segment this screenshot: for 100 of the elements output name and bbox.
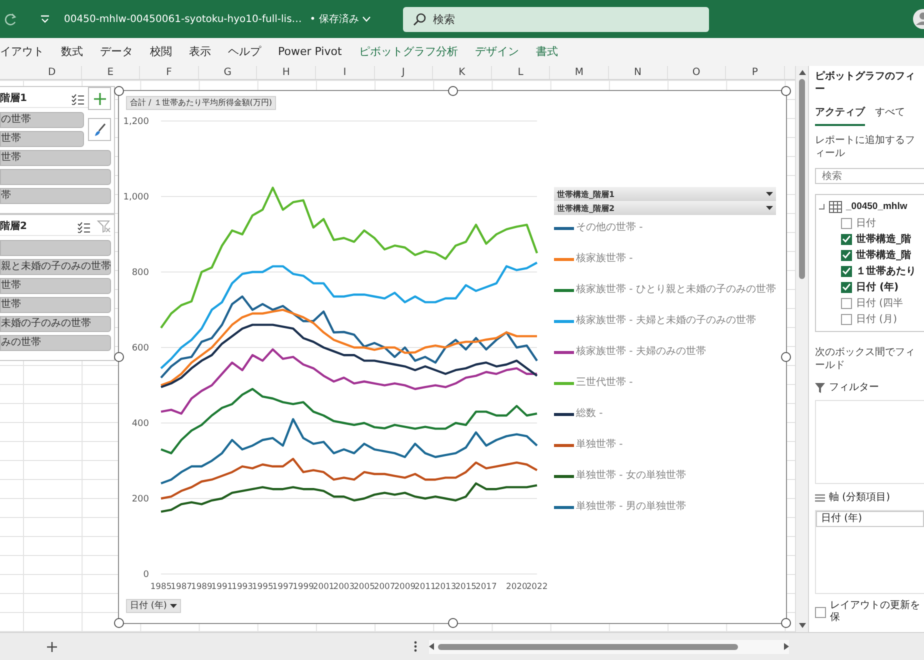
resize-handle[interactable] (448, 86, 458, 96)
field-button[interactable]: 合計 / １世帯あたり平均所得金額(万円) (126, 96, 276, 110)
ribbon-tab[interactable]: ピボットグラフ分析 (358, 44, 458, 60)
checkbox[interactable] (841, 314, 852, 324)
add-sheet-icon[interactable] (47, 642, 57, 652)
column-header[interactable]: K (433, 66, 492, 79)
resize-handle[interactable] (114, 618, 124, 628)
legend-field-button[interactable]: 世帯構造_階層1 (554, 187, 776, 201)
search-field[interactable]: 検索 (402, 6, 709, 32)
slicer-item[interactable]: みの世帯 (0, 335, 111, 351)
chart-style-button[interactable] (88, 118, 111, 141)
save-status[interactable]: • 保存済み (310, 12, 359, 26)
column-header[interactable]: O (668, 66, 726, 79)
checkbox[interactable] (841, 218, 852, 228)
plus-icon (92, 92, 106, 106)
slicer-title: 階層2 (0, 220, 28, 234)
chevron-down-icon[interactable] (362, 16, 371, 22)
legend-label: 総数 - (576, 407, 603, 421)
area-item[interactable]: 日付 (年) (816, 511, 924, 527)
ribbon-tab[interactable]: ヘルプ (228, 44, 261, 60)
ribbon-tab[interactable]: 書式 (536, 44, 558, 60)
checkbox[interactable] (841, 266, 852, 276)
column-header[interactable]: N (608, 66, 668, 79)
slicer-item[interactable]: 帯 (0, 188, 111, 204)
checkbox[interactable] (815, 606, 826, 618)
resize-handle[interactable] (114, 352, 124, 362)
column-header[interactable]: F (140, 66, 199, 79)
slicer-item[interactable]: 世帯 (0, 150, 111, 166)
slicer-item[interactable]: 世帯 (0, 278, 111, 294)
resize-handle[interactable] (781, 86, 791, 96)
redo-icon[interactable] (4, 12, 18, 26)
resize-handle[interactable] (114, 86, 124, 96)
instruction-text: レポートに追加するフィール (815, 134, 916, 160)
checkbox[interactable] (841, 234, 852, 244)
add-element-button[interactable] (88, 87, 111, 110)
customize-toolbar-icon[interactable] (40, 14, 50, 24)
lines-icon (815, 494, 825, 502)
slicer-item[interactable]: の世帯 (0, 112, 84, 128)
legend-label: 単独世帯 - (576, 438, 623, 452)
axis-label: 1989 (190, 581, 212, 591)
checkbox[interactable] (841, 250, 852, 260)
resize-handle[interactable] (448, 618, 458, 628)
axis-label: 2020 (506, 581, 528, 591)
more-options-icon[interactable] (414, 641, 417, 652)
filter-icon (815, 382, 825, 392)
axis-label: 600 (132, 344, 149, 354)
field-search[interactable]: 検索 (815, 168, 924, 184)
dropdown-arrow-icon (766, 192, 773, 196)
scroll-left-arrow-icon[interactable] (429, 643, 434, 650)
axis-field-button[interactable]: 日付 (年) (126, 599, 181, 613)
column-header[interactable]: H (257, 66, 316, 79)
column-header[interactable]: G (198, 66, 258, 79)
column-header[interactable]: D (23, 66, 82, 79)
scrollbar-thumb[interactable] (438, 644, 738, 650)
collapse-icon[interactable] (819, 204, 825, 210)
axis-label: 1,200 (123, 117, 149, 127)
instruction-text: 次のボックス間でフィールド (815, 346, 916, 372)
drop-area[interactable]: 日付 (年) (815, 510, 924, 594)
resize-handle[interactable] (781, 618, 791, 628)
panel-tab[interactable]: アクティブ (815, 105, 865, 126)
field-label: 世帯構造_階 (856, 232, 911, 246)
ribbon-tab[interactable]: 表示 (189, 44, 211, 60)
slicer-item[interactable]: 未婚の子のみの世帯 (0, 316, 111, 332)
axis-label: 0 (143, 570, 149, 580)
legend-field-button[interactable]: 世帯構造_階層2 (554, 201, 776, 215)
scrollbar-thumb[interactable] (799, 79, 805, 279)
scroll-down-arrow-icon[interactable] (798, 623, 806, 628)
multi-select-icon[interactable] (71, 92, 85, 104)
legend-label: 核家族世帯 - 夫婦のみの世帯 (576, 344, 706, 359)
axis-label: 2001 (312, 581, 334, 591)
checkbox[interactable] (841, 282, 852, 292)
panel-tab[interactable]: すべて (875, 105, 905, 126)
ribbon-tab[interactable]: データ (100, 44, 133, 60)
resize-handle[interactable] (781, 352, 791, 362)
checkbox-label: レイアウトの更新を保 (830, 600, 921, 624)
slicer-item[interactable]: 世帯 (0, 131, 84, 147)
slicer-item[interactable]: 親と未婚の子のみの世帯 (0, 259, 111, 275)
ribbon-tab[interactable]: Power Pivot (278, 44, 342, 60)
field-label: 日付 (年) (856, 280, 899, 294)
column-header[interactable]: P (726, 66, 785, 79)
axis-label: 2013 (434, 581, 456, 591)
axis-label: 1,000 (123, 192, 149, 202)
ribbon-tab[interactable]: デザイン (474, 44, 519, 60)
table-name: _00450_mhlw (846, 200, 908, 214)
legend-label: 核家族世帯 - ひとり親と未婚の子のみの世帯 (576, 282, 776, 297)
scroll-right-arrow-icon[interactable] (784, 643, 789, 650)
checkbox[interactable] (841, 298, 852, 308)
axis-label: 2009 (394, 581, 416, 591)
multi-select-icon[interactable] (77, 220, 91, 232)
column-header[interactable]: M (550, 66, 609, 79)
column-header[interactable]: L (492, 66, 550, 79)
column-header[interactable]: J (374, 66, 434, 79)
ribbon-tab[interactable]: 数式 (61, 44, 83, 60)
avatar-icon[interactable] (912, 8, 924, 30)
slicer-item[interactable]: 世帯 (0, 297, 111, 313)
column-header[interactable]: E (82, 66, 140, 79)
ribbon-tab[interactable]: 校閲 (150, 44, 172, 60)
scroll-up-arrow-icon[interactable] (798, 70, 806, 75)
ribbon-tab[interactable]: イアウト (0, 44, 44, 60)
column-header[interactable]: I (316, 66, 375, 79)
